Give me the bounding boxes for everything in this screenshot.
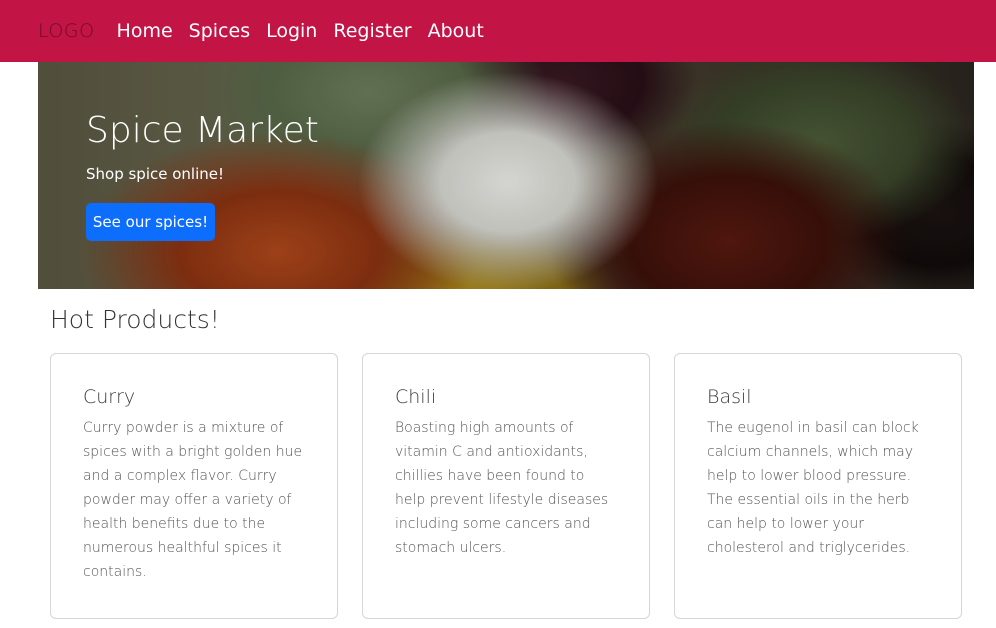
nav-links: Home Spices Login Register About: [117, 20, 500, 42]
card-text: Boasting high amounts of vitamin C and a…: [395, 420, 609, 556]
hero-title: Spice Market: [86, 110, 319, 151]
nav-link-about[interactable]: About: [428, 20, 484, 42]
product-card-chili: Chili Boasting high amounts of vitamin C…: [362, 353, 650, 619]
logo[interactable]: LOGO: [38, 20, 95, 42]
nav-link-login[interactable]: Login: [266, 20, 317, 42]
card-text: Curry powder is a mixture of spices with…: [83, 420, 303, 580]
nav-link-register[interactable]: Register: [333, 20, 411, 42]
card-title: Curry: [83, 386, 136, 408]
nav-link-home[interactable]: Home: [117, 20, 173, 42]
product-card-basil: Basil The eugenol in basil can block cal…: [674, 353, 962, 619]
card-title: Chili: [395, 386, 437, 408]
top-navbar: LOGO Home Spices Login Register About: [0, 0, 996, 62]
nav-link-spices[interactable]: Spices: [189, 20, 250, 42]
card-title: Basil: [707, 386, 752, 408]
see-spices-button[interactable]: See our spices!: [86, 203, 215, 241]
product-cards: Curry Curry powder is a mixture of spice…: [50, 353, 962, 619]
hot-products-heading: Hot Products!: [50, 305, 220, 334]
hero-banner: Spice Market Shop spice online! See our …: [38, 62, 974, 289]
product-card-curry: Curry Curry powder is a mixture of spice…: [50, 353, 338, 619]
hero-subtitle: Shop spice online!: [86, 165, 225, 183]
card-text: The eugenol in basil can block calcium c…: [707, 420, 919, 556]
